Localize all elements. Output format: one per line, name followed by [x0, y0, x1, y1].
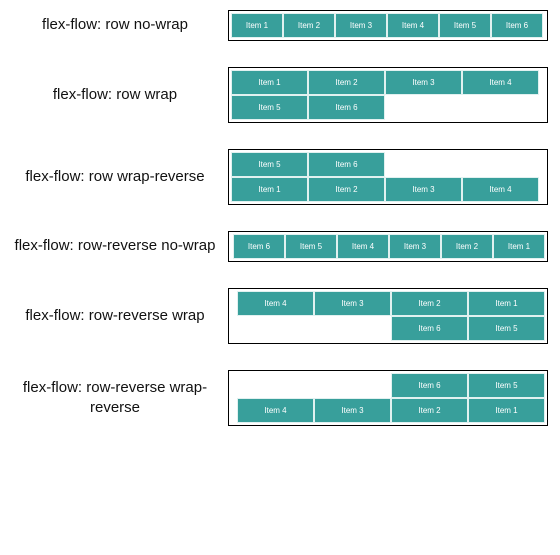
- flex-item: Item 5: [285, 234, 337, 259]
- flex-item: Item 6: [308, 152, 385, 177]
- flex-item: Item 4: [237, 291, 314, 316]
- flex-item: Item 3: [389, 234, 441, 259]
- flex-item: Item 5: [468, 316, 545, 341]
- flex-item: Item 2: [308, 70, 385, 95]
- flex-item: Item 6: [308, 95, 385, 120]
- flex-item: Item 1: [468, 291, 545, 316]
- flex-item: Item 2: [391, 291, 468, 316]
- flex-example: flex-flow: row wrapItem 1Item 2Item 3Ite…: [10, 67, 550, 123]
- flex-container: Item 1Item 2Item 3Item 4 Item 5Item 6: [228, 67, 548, 123]
- flex-item: Item 5: [231, 95, 308, 120]
- flex-example: flex-flow: row wrap-reverseItem 1Item 2I…: [10, 149, 550, 205]
- example-label: flex-flow: row-reverse wrap: [10, 306, 220, 326]
- example-label: flex-flow: row-reverse wrap-reverse: [10, 378, 220, 419]
- flex-item: Item 3: [335, 13, 387, 38]
- flex-container: Item 1Item 2Item 3Item 4 Item 5Item 6: [228, 370, 548, 426]
- flex-item: Item 5: [468, 373, 545, 398]
- flex-item: Item 3: [385, 70, 462, 95]
- flex-container: Item 1Item 2Item 3Item 4Item 5Item 6: [228, 10, 548, 41]
- flex-example: flex-flow: row-reverse no-wrapItem 1Item…: [10, 231, 550, 262]
- flex-example: flex-flow: row no-wrap Item 1Item 2Item 3…: [10, 10, 550, 41]
- example-label: flex-flow: row no-wrap: [10, 15, 220, 35]
- flex-item: Item 1: [493, 234, 545, 259]
- flex-item: Item 4: [462, 70, 539, 95]
- flex-item: Item 6: [391, 373, 468, 398]
- flex-item: Item 6: [233, 234, 285, 259]
- flex-item: Item 2: [308, 177, 385, 202]
- flex-item: Item 2: [391, 398, 468, 423]
- flex-example: flex-flow: row-reverse wrap-reverseItem …: [10, 370, 550, 426]
- flex-item: Item 5: [231, 152, 308, 177]
- flex-item: Item 6: [391, 316, 468, 341]
- flex-item: Item 3: [385, 177, 462, 202]
- flex-item: Item 1: [468, 398, 545, 423]
- flex-item: Item 4: [337, 234, 389, 259]
- example-label: flex-flow: row-reverse no-wrap: [10, 236, 220, 256]
- flex-item: Item 2: [441, 234, 493, 259]
- flex-item: Item 6: [491, 13, 543, 38]
- flex-item: Item 4: [462, 177, 539, 202]
- flex-container: Item 1Item 2Item 3Item 4 Item 5Item 6: [228, 288, 548, 344]
- flex-example: flex-flow: row-reverse wrapItem 1Item 2I…: [10, 288, 550, 344]
- flex-item: Item 1: [231, 13, 283, 38]
- example-label: flex-flow: row wrap-reverse: [10, 167, 220, 187]
- example-label: flex-flow: row wrap: [10, 85, 220, 105]
- flex-item: Item 4: [387, 13, 439, 38]
- flex-item: Item 3: [314, 398, 391, 423]
- flex-container: Item 1Item 2Item 3Item 4Item 5Item 6: [228, 231, 548, 262]
- flex-item: Item 4: [237, 398, 314, 423]
- flex-item: Item 5: [439, 13, 491, 38]
- flex-item: Item 1: [231, 177, 308, 202]
- flex-container: Item 1Item 2Item 3Item 4 Item 5Item 6: [228, 149, 548, 205]
- flex-item: Item 3: [314, 291, 391, 316]
- flex-item: Item 1: [231, 70, 308, 95]
- flex-item: Item 2: [283, 13, 335, 38]
